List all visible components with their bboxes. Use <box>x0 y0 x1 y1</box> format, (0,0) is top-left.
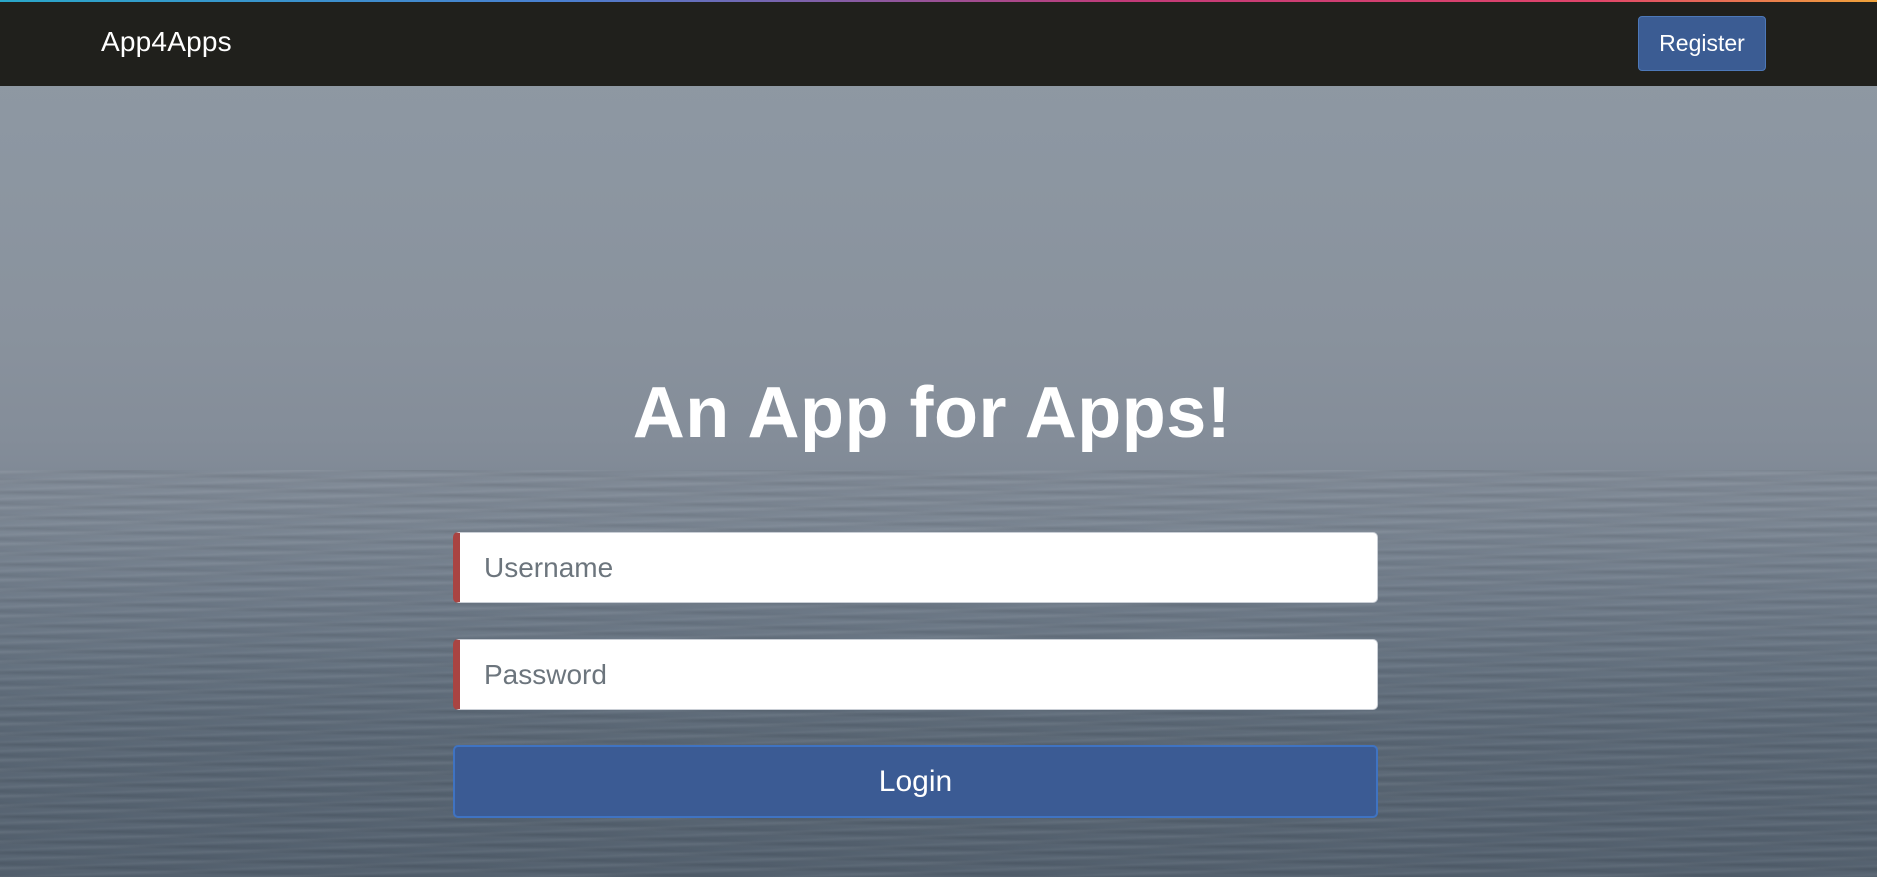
password-input[interactable] <box>453 639 1378 710</box>
username-input[interactable] <box>453 532 1378 603</box>
page: App4Apps Register An App for Apps! Login <box>0 0 1877 877</box>
login-button[interactable]: Login <box>453 745 1378 818</box>
page-title: An App for Apps! <box>632 373 1232 453</box>
brand-logo-link[interactable]: App4Apps <box>101 26 232 58</box>
top-accent-line <box>0 0 1877 2</box>
register-button[interactable]: Register <box>1638 16 1766 71</box>
top-navbar: App4Apps Register <box>0 0 1877 86</box>
